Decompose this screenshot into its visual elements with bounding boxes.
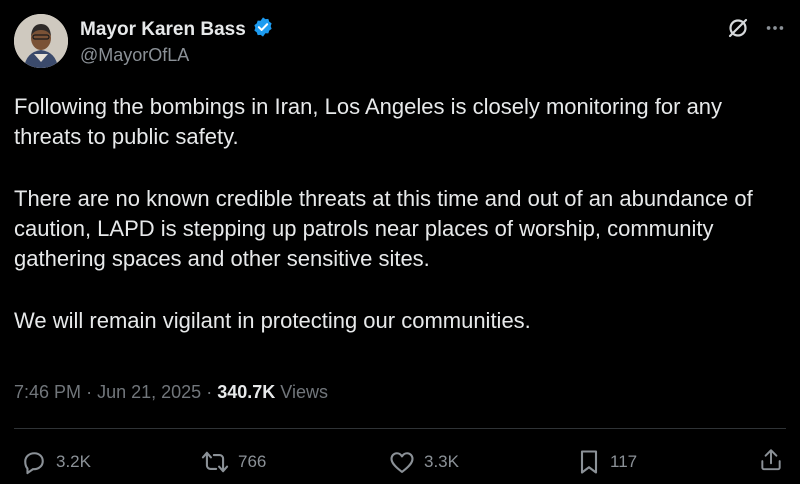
- bookmark-icon: [576, 448, 602, 476]
- more-icon[interactable]: [764, 17, 786, 44]
- views-label: Views: [280, 382, 328, 402]
- reply-icon: [20, 448, 48, 476]
- like-count: 3.3K: [424, 452, 459, 471]
- bookmark-count: 117: [610, 452, 638, 471]
- tweet-meta: 7:46 PM · Jun 21, 2025 · 340.7K Views: [14, 380, 328, 404]
- repost-count: 766: [238, 452, 267, 471]
- tweet-time[interactable]: 7:46 PM: [14, 382, 81, 402]
- share-icon: [758, 446, 784, 474]
- repost-button[interactable]: 766: [200, 446, 266, 478]
- grok-slash-icon[interactable]: [726, 16, 750, 45]
- like-button[interactable]: 3.3K: [388, 446, 459, 478]
- header-icons: [726, 16, 786, 45]
- tweet-card: Mayor Karen Bass @MayorOfLA Following th…: [0, 0, 800, 484]
- tweet-paragraph: We will remain vigilant in protecting ou…: [14, 308, 531, 333]
- author-handle[interactable]: @MayorOfLA: [80, 44, 189, 66]
- meta-separator: ·: [86, 382, 93, 402]
- verified-badge-icon: [252, 16, 274, 43]
- views-count: 340.7K: [217, 382, 276, 402]
- share-button[interactable]: [758, 446, 784, 474]
- meta-separator: ·: [206, 382, 213, 402]
- author-display-name[interactable]: Mayor Karen Bass: [80, 18, 246, 42]
- divider: [14, 428, 786, 429]
- tweet-text: Following the bombings in Iran, Los Ange…: [14, 92, 790, 368]
- action-bar: 3.2K 766 3.3K 117: [0, 446, 800, 478]
- tweet-date[interactable]: Jun 21, 2025: [97, 382, 201, 402]
- bookmark-button[interactable]: 117: [576, 446, 637, 478]
- repost-icon: [200, 448, 230, 476]
- avatar[interactable]: [14, 14, 68, 68]
- heart-icon: [388, 448, 416, 476]
- reply-button[interactable]: 3.2K: [20, 446, 91, 478]
- reply-count: 3.2K: [56, 452, 91, 471]
- tweet-paragraph: There are no known credible threats at t…: [14, 186, 753, 271]
- author-name-row: Mayor Karen Bass: [80, 16, 274, 43]
- tweet-paragraph: Following the bombings in Iran, Los Ange…: [14, 94, 723, 149]
